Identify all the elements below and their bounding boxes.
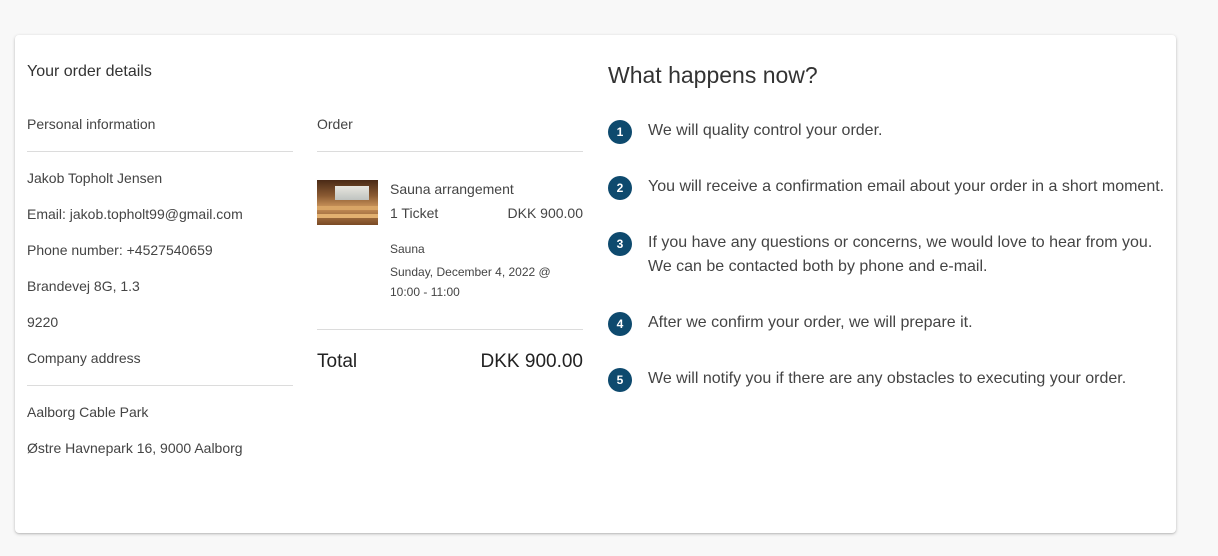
total-row: Total DKK 900.00	[317, 330, 583, 390]
step-number-badge: 1	[608, 120, 632, 144]
customer-email: Email: jakob.topholt99@gmail.com	[27, 206, 243, 222]
company-address-header: Company address	[27, 349, 293, 386]
order-header: Order	[317, 115, 583, 152]
step-item: 4 After we confirm your order, we will p…	[608, 311, 1168, 336]
step-number-badge: 5	[608, 368, 632, 392]
total-label: Total	[317, 351, 358, 372]
company-info: Aalborg Cable Park Østre Havnepark 16, 9…	[27, 386, 293, 457]
step-item: 2 You will receive a confirmation email …	[608, 175, 1168, 200]
item-quantity: 1 Ticket	[390, 205, 439, 221]
company-name: Aalborg Cable Park	[27, 404, 149, 420]
customer-street: Brandevej 8G, 1.3	[27, 278, 140, 294]
item-category: Sauna	[390, 242, 425, 256]
what-happens-title: What happens now?	[608, 62, 818, 88]
what-happens-column: What happens now? 1 We will quality cont…	[608, 61, 1168, 423]
item-price: DKK 900.00	[507, 205, 584, 221]
step-text: We will notify you if there are any obst…	[648, 370, 1127, 387]
sauna-thumbnail	[317, 180, 378, 225]
step-text: We will quality control your order.	[648, 122, 883, 139]
company-address: Østre Havnepark 16, 9000 Aalborg	[27, 440, 243, 456]
personal-info-header: Personal information	[27, 115, 293, 152]
customer-info-column: Personal information Jakob Topholt Jense…	[27, 115, 293, 475]
order-details-title: Your order details	[27, 63, 152, 80]
step-text: You will receive a confirmation email ab…	[648, 178, 1165, 195]
customer-postal: 9220	[27, 314, 59, 330]
customer-name: Jakob Topholt Jensen	[27, 170, 163, 186]
order-summary-column: Order Sauna arrangement 1 Ticket DKK 900…	[317, 115, 583, 390]
step-number-badge: 3	[608, 232, 632, 256]
personal-info: Jakob Topholt Jensen Email: jakob.tophol…	[27, 152, 293, 331]
order-item: Sauna arrangement 1 Ticket DKK 900.00 Sa…	[317, 152, 583, 330]
order-confirmation-card: Your order details Personal information …	[15, 35, 1176, 533]
step-item: 3 If you have any questions or concerns,…	[608, 231, 1168, 279]
step-text: After we confirm your order, we will pre…	[648, 314, 973, 331]
step-number-badge: 2	[608, 176, 632, 200]
step-item: 5 We will notify you if there are any ob…	[608, 367, 1168, 392]
step-item: 1 We will quality control your order.	[608, 119, 1168, 144]
item-date: Sunday, December 4, 2022 @ 10:00 - 11:00	[390, 265, 551, 299]
customer-phone: Phone number: +4527540659	[27, 242, 213, 258]
total-value: DKK 900.00	[480, 351, 583, 372]
step-text: If you have any questions or concerns, w…	[648, 234, 1153, 275]
step-number-badge: 4	[608, 312, 632, 336]
item-name: Sauna arrangement	[390, 181, 514, 197]
